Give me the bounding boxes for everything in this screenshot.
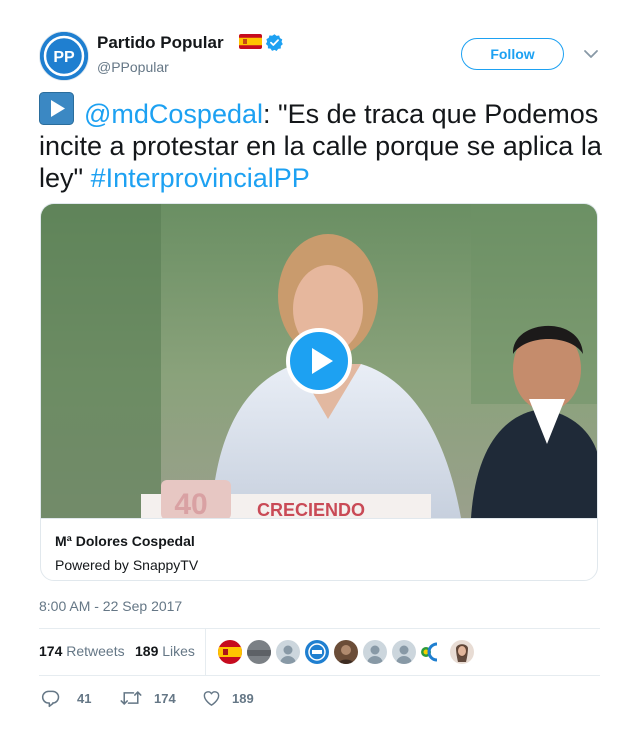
retweets-stat-label: Retweets	[66, 643, 125, 659]
liker-avatar[interactable]	[305, 640, 329, 664]
like-button[interactable]: 189	[202, 688, 254, 708]
liker-avatar[interactable]	[334, 640, 358, 664]
likes-stat-count: 189	[135, 643, 159, 659]
avatar-logo-text: PP	[53, 49, 75, 66]
like-count: 189	[232, 690, 254, 706]
reply-count: 41	[77, 690, 92, 706]
liker-avatar[interactable]	[392, 640, 416, 664]
liker-avatar[interactable]	[450, 640, 474, 664]
likes-stat[interactable]: 189 Likes	[135, 643, 195, 659]
reply-button[interactable]: 41	[41, 688, 91, 708]
video-banner-text: CRECIENDO	[257, 500, 365, 518]
spain-flag-icon	[239, 34, 262, 49]
retweet-icon	[120, 691, 142, 705]
liker-avatar[interactable]	[421, 640, 441, 664]
liker-avatar[interactable]	[363, 640, 387, 664]
video-play-icon[interactable]	[286, 328, 352, 394]
retweets-stat[interactable]: 174 Retweets	[39, 643, 125, 659]
chevron-down-icon[interactable]	[582, 47, 600, 61]
user-handle[interactable]: @PPopular	[97, 59, 169, 75]
video-logo-text: 40	[174, 488, 207, 518]
card-subtitle: Powered by SnappyTV	[55, 557, 199, 573]
liker-avatar[interactable]	[276, 640, 300, 664]
follow-button[interactable]: Follow	[461, 38, 564, 70]
verified-badge-icon	[265, 33, 284, 52]
card-title: Mª Dolores Cospedal	[55, 533, 195, 549]
mention-link[interactable]: @mdCospedal	[84, 99, 263, 129]
tweet-timestamp[interactable]: 8:00 AM - 22 Sep 2017	[39, 598, 182, 614]
tweet-text: @mdCospedal: "Es de traca que Podemos in…	[39, 92, 609, 194]
stats-separator	[205, 629, 206, 675]
liker-avatar[interactable]	[218, 640, 242, 664]
hashtag-link[interactable]: #InterprovincialPP	[91, 163, 310, 193]
display-name[interactable]: Partido Popular	[97, 33, 224, 53]
retweet-button[interactable]: 174	[120, 688, 176, 708]
like-heart-icon	[203, 691, 220, 706]
reply-icon	[41, 690, 60, 708]
liker-avatar[interactable]	[247, 640, 271, 664]
pp-logo-icon: PP	[40, 32, 88, 80]
play-button-emoji-icon	[39, 92, 74, 125]
card-footer[interactable]: Mª Dolores Cospedal Powered by SnappyTV	[41, 518, 597, 580]
likes-stat-label: Likes	[162, 643, 195, 659]
profile-avatar[interactable]: PP	[39, 31, 89, 81]
media-card[interactable]: CRECIENDO 40 Mª Dolores Cospedal Powered…	[40, 203, 598, 581]
retweets-stat-count: 174	[39, 643, 63, 659]
divider-top	[39, 628, 600, 629]
divider-bottom	[39, 675, 600, 676]
retweet-count: 174	[154, 690, 176, 706]
video-thumbnail[interactable]: CRECIENDO 40	[41, 204, 597, 518]
